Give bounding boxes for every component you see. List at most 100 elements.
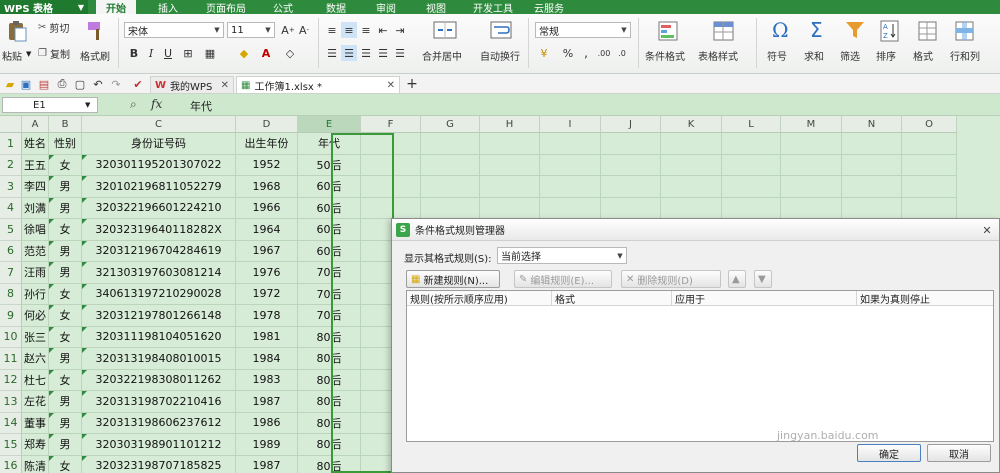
align-right-icon[interactable]: ☰ xyxy=(358,45,374,61)
empty-cell[interactable] xyxy=(480,154,540,176)
table-cell[interactable]: 男 xyxy=(49,391,82,413)
empty-cell[interactable] xyxy=(902,176,957,198)
tab-insert[interactable]: 插入 xyxy=(148,0,188,15)
empty-cell[interactable] xyxy=(842,176,902,198)
row-col-button[interactable] xyxy=(955,20,975,45)
table-cell[interactable]: 姓名 xyxy=(22,133,49,155)
row-header[interactable]: 10 xyxy=(0,326,22,348)
format-painter-button[interactable] xyxy=(86,20,106,45)
empty-cell[interactable] xyxy=(842,197,902,219)
redo-icon[interactable]: ↷ xyxy=(108,76,124,92)
underline-icon[interactable]: U xyxy=(160,45,176,61)
empty-cell[interactable] xyxy=(480,176,540,198)
table-cell[interactable]: 女 xyxy=(49,154,82,176)
sum-label[interactable]: 求和 xyxy=(804,48,824,63)
table-cell[interactable]: 男 xyxy=(49,176,82,198)
header-stop-if-true[interactable]: 如果为真则停止 xyxy=(857,291,993,306)
empty-cell[interactable] xyxy=(540,197,601,219)
paste-label[interactable]: 粘贴 xyxy=(2,48,22,63)
empty-cell[interactable] xyxy=(661,176,722,198)
empty-cell[interactable] xyxy=(601,197,661,219)
table-cell[interactable]: 董事 xyxy=(22,412,49,434)
conditional-format-button[interactable] xyxy=(658,20,680,45)
move-down-button[interactable]: ▼ xyxy=(754,270,772,288)
row-header[interactable]: 11 xyxy=(0,348,22,370)
table-cell[interactable]: 320322196601224210 xyxy=(82,197,236,219)
table-cell[interactable]: 1966 xyxy=(236,197,298,219)
tab-developer[interactable]: 开发工具 xyxy=(467,0,519,15)
table-cell[interactable]: 1984 xyxy=(236,348,298,370)
table-cell[interactable]: 320311198104051620 xyxy=(82,326,236,348)
fill-color-icon[interactable]: ▦ xyxy=(202,45,218,61)
empty-cell[interactable] xyxy=(601,154,661,176)
highlight-icon[interactable]: ◆ xyxy=(236,45,252,61)
table-cell[interactable]: 汪雨 xyxy=(22,262,49,284)
table-cell[interactable]: 320322198308011262 xyxy=(82,369,236,391)
empty-cell[interactable] xyxy=(361,154,421,176)
column-header[interactable]: C xyxy=(82,116,236,133)
move-up-button[interactable]: ▲ xyxy=(728,270,746,288)
column-header[interactable]: I xyxy=(540,116,601,133)
table-cell[interactable]: 1978 xyxy=(236,305,298,327)
row-header[interactable]: 1 xyxy=(0,133,22,155)
app-menu-button[interactable]: WPS 表格 ▼ xyxy=(0,0,88,15)
open-folder-icon[interactable]: ▰ xyxy=(2,76,18,92)
table-cell[interactable]: 320303198901101212 xyxy=(82,434,236,456)
row-header[interactable]: 4 xyxy=(0,197,22,219)
empty-cell[interactable] xyxy=(421,154,480,176)
table-cell[interactable]: 50后 xyxy=(298,154,361,176)
table-cell[interactable]: 80后 xyxy=(298,455,361,473)
column-header[interactable]: F xyxy=(361,116,421,133)
table-cell[interactable]: 320313198702210416 xyxy=(82,391,236,413)
tab-review[interactable]: 审阅 xyxy=(366,0,406,15)
tab-data[interactable]: 数据 xyxy=(316,0,356,15)
align-top-icon[interactable]: ≡ xyxy=(324,22,340,38)
table-cell[interactable]: 男 xyxy=(49,434,82,456)
chevron-down-icon[interactable]: ▼ xyxy=(26,50,31,58)
row-header[interactable]: 5 xyxy=(0,219,22,241)
empty-cell[interactable] xyxy=(781,197,842,219)
font-color-icon[interactable]: A xyxy=(258,45,274,61)
column-header[interactable]: H xyxy=(480,116,540,133)
borders-icon[interactable]: ⊞ xyxy=(180,45,196,61)
table-cell[interactable]: 32032319640118282X xyxy=(82,219,236,241)
table-cell[interactable]: 340613197210290028 xyxy=(82,283,236,305)
table-cell[interactable]: 80后 xyxy=(298,434,361,456)
table-style-button[interactable] xyxy=(713,20,735,45)
row-header[interactable]: 6 xyxy=(0,240,22,262)
table-cell[interactable]: 女 xyxy=(49,283,82,305)
empty-cell[interactable] xyxy=(421,133,480,155)
sum-icon[interactable]: Σ xyxy=(810,18,823,42)
table-cell[interactable]: 女 xyxy=(49,305,82,327)
table-cell[interactable]: 80后 xyxy=(298,326,361,348)
empty-cell[interactable] xyxy=(601,176,661,198)
table-cell[interactable]: 郑寿 xyxy=(22,434,49,456)
empty-cell[interactable] xyxy=(421,197,480,219)
table-cell[interactable]: 320313198408010015 xyxy=(82,348,236,370)
table-cell[interactable]: 陈清 xyxy=(22,455,49,473)
font-name-select[interactable]: 宋体 ▼ xyxy=(124,22,224,38)
table-cell[interactable]: 左花 xyxy=(22,391,49,413)
sort-label[interactable]: 排序 xyxy=(876,48,896,63)
table-cell[interactable]: 320312196704284619 xyxy=(82,240,236,262)
print-preview-icon[interactable]: ▢ xyxy=(72,76,88,92)
table-cell[interactable]: 320102196811052279 xyxy=(82,176,236,198)
zoom-icon[interactable]: ⌕ xyxy=(130,97,137,112)
empty-cell[interactable] xyxy=(842,133,902,155)
table-cell[interactable]: 1952 xyxy=(236,154,298,176)
table-cell[interactable]: 70后 xyxy=(298,283,361,305)
column-header[interactable]: G xyxy=(421,116,480,133)
table-cell[interactable]: 男 xyxy=(49,240,82,262)
table-cell[interactable]: 1981 xyxy=(236,326,298,348)
empty-cell[interactable] xyxy=(540,154,601,176)
empty-cell[interactable] xyxy=(361,197,421,219)
empty-cell[interactable] xyxy=(540,133,601,155)
row-header[interactable]: 13 xyxy=(0,391,22,413)
row-header[interactable]: 9 xyxy=(0,305,22,327)
table-cell[interactable]: 男 xyxy=(49,262,82,284)
align-middle-icon[interactable]: ≡ xyxy=(341,22,357,38)
clear-format-icon[interactable]: ◇ xyxy=(282,45,298,61)
formula-input[interactable]: 年代 xyxy=(190,98,212,114)
column-header[interactable]: B xyxy=(49,116,82,133)
table-cell[interactable]: 1964 xyxy=(236,219,298,241)
